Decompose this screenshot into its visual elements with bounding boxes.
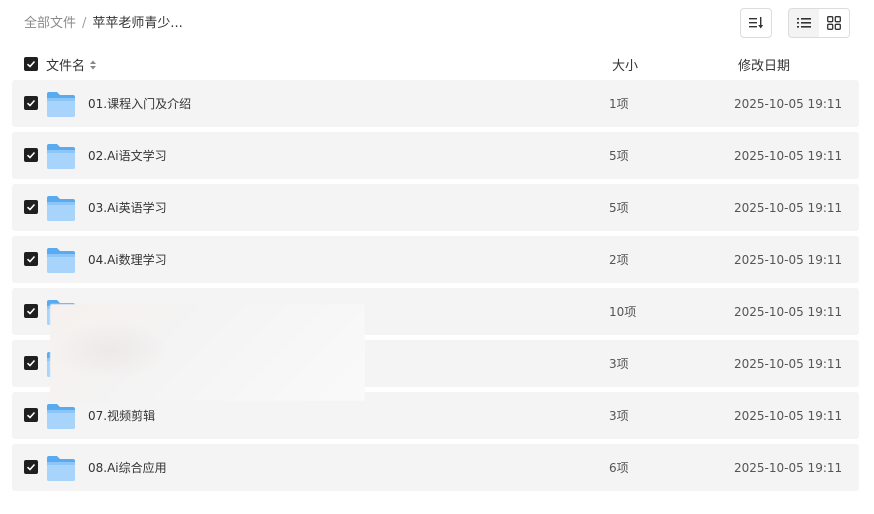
file-name[interactable]: 04.Ai数理学习: [88, 252, 167, 268]
table-row[interactable]: 01.课程入门及介绍 1项 2025-10-05 19:11: [12, 80, 859, 127]
table-row[interactable]: 04.Ai数理学习 2项 2025-10-05 19:11: [12, 236, 859, 283]
sort-toggle-icon: [90, 60, 97, 69]
top-bar: 全部文件 / 苹苹老师青少...: [0, 0, 874, 48]
check-icon: [26, 151, 36, 159]
file-date: 2025-10-05 19:11: [734, 409, 843, 423]
file-date: 2025-10-05 19:11: [734, 461, 843, 475]
table-row[interactable]: 03.Ai英语学习 5项 2025-10-05 19:11: [12, 184, 859, 231]
breadcrumb: 全部文件 / 苹苹老师青少...: [24, 15, 183, 33]
row-checkbox[interactable]: [24, 96, 38, 110]
folder-icon: [47, 196, 75, 221]
table-row[interactable]: 02.Ai语文学习 5项 2025-10-05 19:11: [12, 132, 859, 179]
file-name[interactable]: 01.课程入门及介绍: [88, 96, 191, 112]
check-icon: [26, 411, 36, 419]
column-header-size[interactable]: 大小: [612, 55, 638, 74]
redaction-shade: [50, 320, 170, 380]
column-header-name-label: 文件名: [46, 59, 86, 74]
sort-icon: [749, 17, 764, 29]
file-size: 2项: [609, 253, 629, 267]
check-icon: [26, 255, 36, 263]
folder-icon: [47, 248, 75, 273]
grid-view-button[interactable]: [819, 9, 849, 37]
file-size: 3项: [609, 409, 629, 423]
file-date: 2025-10-05 19:11: [734, 253, 843, 267]
file-date: 2025-10-05 19:11: [734, 357, 843, 371]
row-checkbox[interactable]: [24, 148, 38, 162]
list-view-icon: [797, 18, 811, 28]
check-icon: [26, 359, 36, 367]
breadcrumb-current: 苹苹老师青少...: [92, 16, 183, 31]
file-size: 5项: [609, 201, 629, 215]
check-icon: [26, 203, 36, 211]
file-date: 2025-10-05 19:11: [734, 305, 843, 319]
file-date: 2025-10-05 19:11: [734, 149, 843, 163]
check-icon: [26, 307, 36, 315]
row-checkbox[interactable]: [24, 252, 38, 266]
sort-button[interactable]: [740, 8, 772, 38]
file-name[interactable]: 03.Ai英语学习: [88, 200, 167, 216]
folder-icon: [47, 144, 75, 169]
list-view-button[interactable]: [789, 9, 819, 37]
file-size: 6项: [609, 461, 629, 475]
folder-icon: [47, 456, 75, 481]
folder-icon: [47, 92, 75, 117]
check-icon: [26, 99, 36, 107]
table-row[interactable]: 08.Ai综合应用 6项 2025-10-05 19:11: [12, 444, 859, 491]
file-name[interactable]: 02.Ai语文学习: [88, 148, 167, 164]
file-name[interactable]: 08.Ai综合应用: [88, 460, 167, 476]
column-header-date[interactable]: 修改日期: [738, 55, 790, 74]
file-list: 01.课程入门及介绍 1项 2025-10-05 19:11 02.Ai语文学习…: [12, 80, 859, 496]
file-name[interactable]: 07.视频剪辑: [88, 408, 155, 424]
select-all-checkbox[interactable]: [24, 57, 38, 71]
row-checkbox[interactable]: [24, 408, 38, 422]
breadcrumb-root[interactable]: 全部文件: [24, 15, 76, 33]
column-header-name[interactable]: 文件名: [46, 55, 97, 74]
grid-view-icon: [827, 16, 841, 30]
row-checkbox[interactable]: [24, 460, 38, 474]
check-icon: [26, 463, 36, 471]
file-size: 10项: [609, 305, 637, 319]
folder-icon: [47, 404, 75, 429]
row-checkbox[interactable]: [24, 200, 38, 214]
file-size: 5项: [609, 149, 629, 163]
row-checkbox[interactable]: [24, 304, 38, 318]
row-checkbox[interactable]: [24, 356, 38, 370]
file-date: 2025-10-05 19:11: [734, 201, 843, 215]
check-icon: [26, 60, 36, 68]
table-header: 文件名 大小 修改日期: [0, 48, 874, 80]
view-toggle: [788, 8, 850, 38]
file-size: 1项: [609, 97, 629, 111]
file-size: 3项: [609, 357, 629, 371]
breadcrumb-separator: /: [82, 16, 87, 31]
file-date: 2025-10-05 19:11: [734, 97, 843, 111]
